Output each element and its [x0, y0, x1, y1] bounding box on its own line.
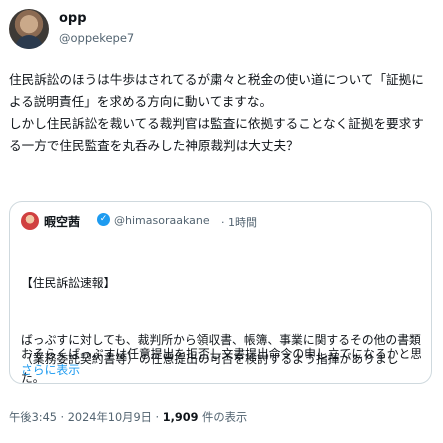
quoted-text-truncated: おそらくばっぷすは任意提出を拒否し文書提出命令の申し立てになるかと思い... — [21, 347, 421, 361]
author-avatar[interactable] — [9, 9, 49, 49]
avatar-figure — [15, 35, 43, 49]
show-more-link[interactable]: さらに表示 — [21, 361, 80, 378]
tweet-body-text: 住民訴訟のほうは牛歩はされてるが粛々と税金の使い道について「証拠による説明責任」… — [9, 72, 424, 153]
quoted-author-handle[interactable]: @himasoraakane — [114, 214, 210, 227]
quoted-author-avatar[interactable] — [21, 212, 39, 230]
verified-badge-icon: ✓ — [97, 213, 110, 226]
tweet-meta: 午後3:45 · 2024年10月9日 · 1,909 件の表示 — [9, 409, 247, 425]
quoted-author-name[interactable]: 暇空茜 — [44, 213, 80, 230]
tweet: opp @oppekepe7 住民訴訟のほうは牛歩はされてるが粛々と税金の使い道… — [0, 0, 443, 443]
quoted-text-line: 【住民訴訟速報】 — [21, 276, 116, 290]
timestamp[interactable]: 午後3:45 · 2024年10月9日 · — [9, 411, 163, 424]
author-handle[interactable]: @oppekepe7 — [59, 31, 134, 45]
views-label: 件の表示 — [198, 411, 248, 424]
quoted-time[interactable]: · 1時間 — [221, 214, 257, 230]
author-display-name[interactable]: opp — [59, 11, 87, 26]
views-count: 1,909 — [162, 411, 199, 424]
quoted-tweet[interactable]: 暇空茜 ✓ @himasoraakane · 1時間 【住民訴訟速報】 ばっぷす… — [9, 201, 432, 385]
quoted-text: 【住民訴訟速報】 ばっぷすに対しても、裁判所から領収書、帳簿、事業に関するその他… — [21, 236, 421, 426]
